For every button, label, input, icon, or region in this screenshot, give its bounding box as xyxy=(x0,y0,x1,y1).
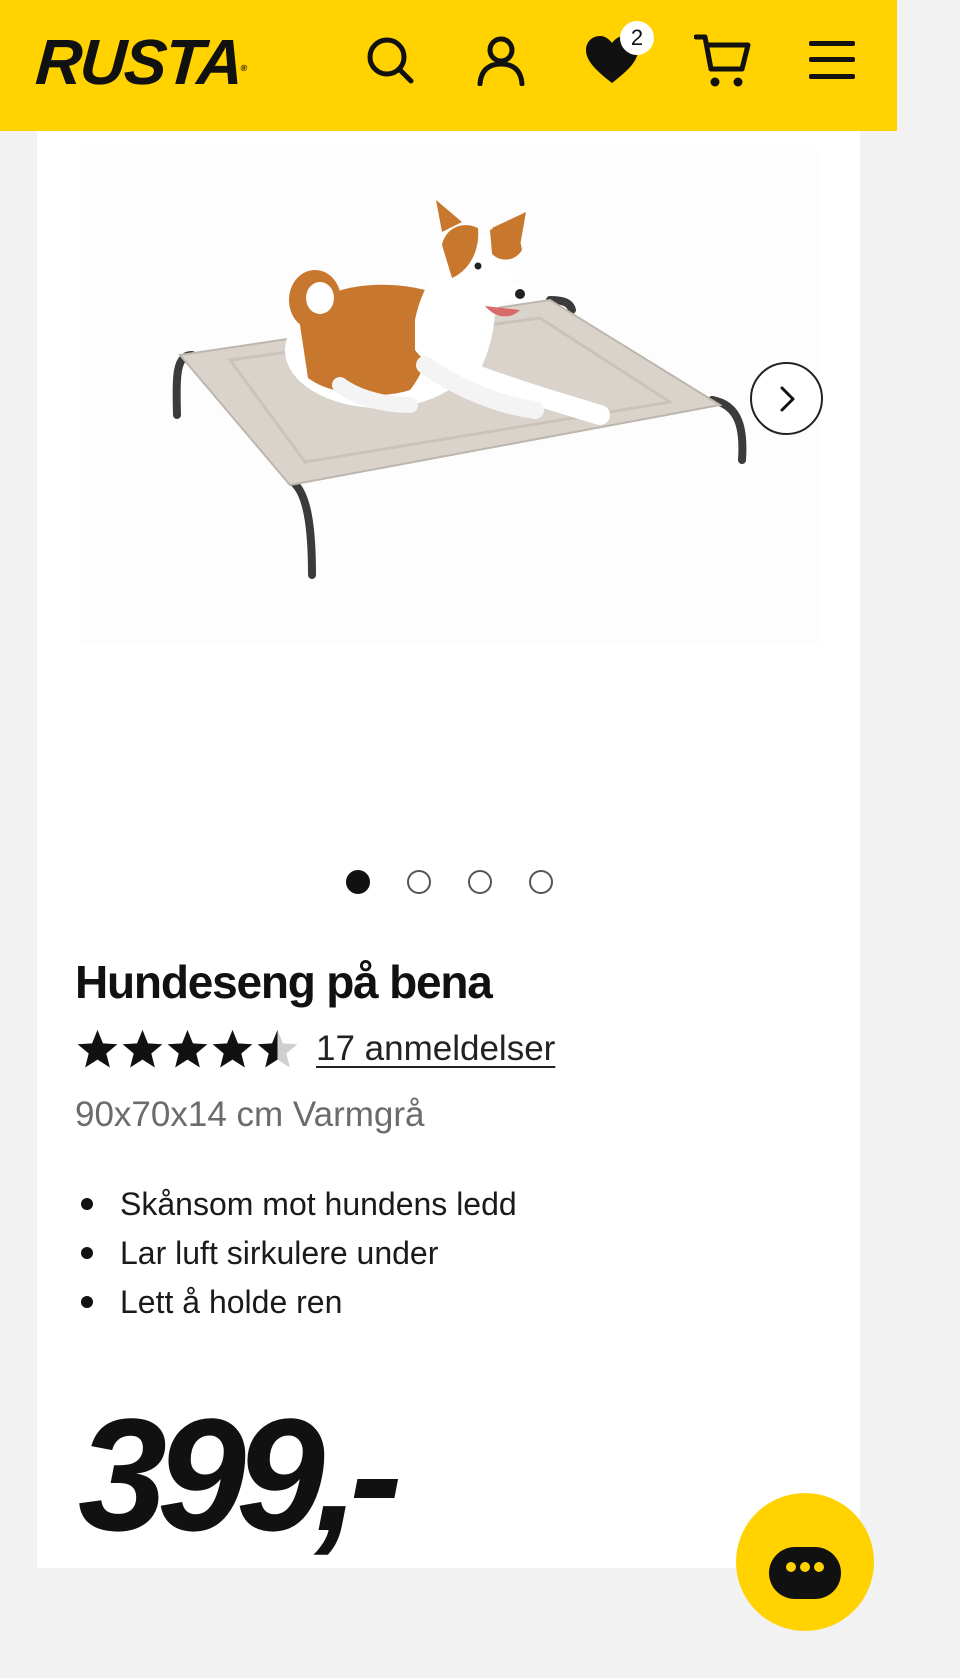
next-image-button[interactable] xyxy=(750,362,823,435)
rusta-logo[interactable]: RUSTA ® xyxy=(33,26,247,98)
pagination-dot-2[interactable] xyxy=(407,870,431,894)
product-title: Hundeseng på bena xyxy=(75,956,493,1008)
pagination-dot-1[interactable] xyxy=(346,870,370,894)
reviews-link[interactable]: 17 anmeldelser xyxy=(316,1029,555,1069)
feature-item: Lett å holde ren xyxy=(75,1280,517,1329)
star-icon xyxy=(77,1029,118,1067)
product-variant: 90x70x14 cm Varmgrå xyxy=(75,1095,425,1134)
hamburger-menu-icon[interactable] xyxy=(802,30,862,90)
search-icon[interactable] xyxy=(360,30,420,90)
chevron-right-icon xyxy=(780,386,794,411)
feature-item: Lar luft sirkulere under xyxy=(75,1231,517,1280)
wishlist-count-badge: 2 xyxy=(620,21,654,55)
site-header: RUSTA ® 2 xyxy=(0,0,897,131)
chat-button[interactable] xyxy=(736,1493,874,1631)
product-price: 399,- xyxy=(78,1385,403,1564)
chat-bubble-icon xyxy=(769,1547,841,1599)
star-icon xyxy=(212,1029,253,1067)
product-rating: 17 anmeldelser xyxy=(75,1025,555,1073)
half-star-icon xyxy=(257,1029,298,1067)
star-icon xyxy=(122,1029,163,1067)
pagination-dot-3[interactable] xyxy=(468,870,492,894)
pagination-dot-4[interactable] xyxy=(529,870,553,894)
cart-icon[interactable] xyxy=(693,30,753,90)
star-icon xyxy=(167,1029,208,1067)
user-icon[interactable] xyxy=(471,30,531,90)
rating-stars xyxy=(75,1027,300,1072)
feature-list: Skånsom mot hundens ledd Lar luft sirkul… xyxy=(75,1182,517,1329)
feature-item: Skånsom mot hundens ledd xyxy=(75,1182,517,1231)
product-image[interactable] xyxy=(80,150,820,645)
image-pagination xyxy=(346,870,553,894)
